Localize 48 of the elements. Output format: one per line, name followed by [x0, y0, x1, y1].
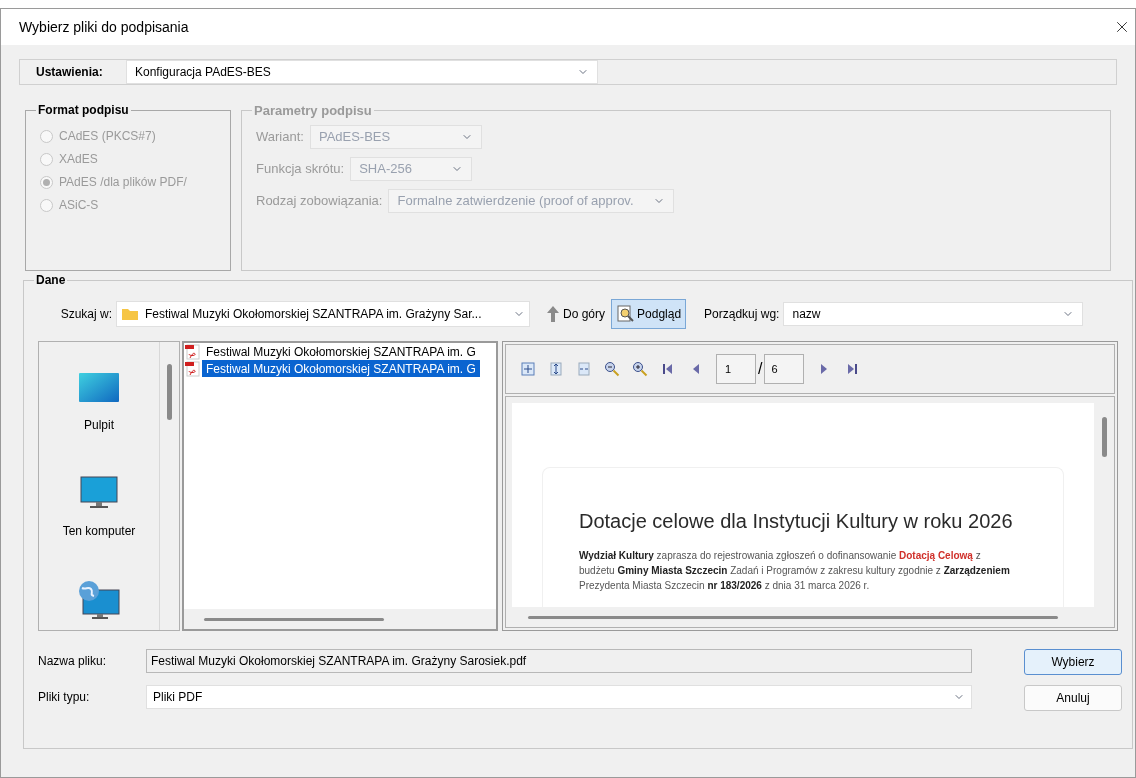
network-computer-icon [77, 580, 121, 620]
zoom-in-icon[interactable] [632, 361, 648, 377]
radio-label: ASiC-S [59, 197, 99, 214]
fit-width-icon[interactable] [576, 361, 592, 377]
file-name-field[interactable]: Festiwal Muzyki Okołomorskiej SZANTRAPA im. Grażyny Sarosiek.pdf [146, 649, 972, 673]
desktop-icon [78, 372, 120, 404]
document-title: Dotacje celowe dla Instytucji Kultury w roku 2026 [579, 509, 1014, 534]
folder-dropdown[interactable]: Festiwal Muzyki Okołomorskiej SZANTRAPA im. Grażyny Sar... [116, 301, 530, 327]
field-label: Rodzaj zobowiązania: [256, 191, 383, 210]
scrollbar-thumb[interactable] [204, 617, 384, 621]
monitor-icon [80, 476, 118, 510]
fit-height-icon[interactable] [548, 361, 564, 377]
preview-button[interactable]: Podgląd [611, 299, 687, 329]
place-label[interactable]: Ten komputer [62, 522, 136, 540]
place-label[interactable]: Pulpit [84, 416, 114, 434]
radio-label: PAdES /dla plików PDF/ [59, 174, 187, 191]
scrollbar-thumb[interactable] [1101, 417, 1107, 457]
field-label: Nazwa pliku: [38, 653, 108, 670]
field-label: Pliki typu: [38, 689, 91, 706]
field-label: Wariant: [256, 127, 304, 146]
group-title: Format podpisu [37, 102, 130, 119]
scrollbar-thumb[interactable] [528, 615, 1058, 619]
up-button[interactable]: Do góry [544, 301, 608, 327]
scrollbar-thumb[interactable] [167, 364, 172, 420]
radio-label: CAdES (PKCS#7) [59, 128, 156, 145]
radio-label: XAdES [59, 151, 98, 168]
page-separator: / [758, 359, 763, 379]
magnifier-icon [616, 305, 635, 323]
file-type-dropdown[interactable]: Pliki PDF [146, 685, 972, 709]
window-title: Wybierz pliki do podpisania [19, 17, 189, 37]
field-label: Funkcja skrótu: [256, 159, 345, 178]
select-button[interactable]: Wybierz [1024, 649, 1122, 675]
dropdown[interactable]: Konfiguracja PAdES-BES [126, 60, 598, 84]
dropdown[interactable]: nazw [783, 302, 1084, 326]
cancel-button[interactable]: Anuluj [1024, 685, 1122, 711]
folder-icon [121, 307, 139, 321]
group-title: Dane [35, 272, 67, 289]
document-paragraph: Wydział Kultury zaprasza do rejestrowania zgłoszeń o dofinansowanie Dotacją Celową z budżetu Gminy Miasta Szczecin Zadań i Programów z zakresu kultury zgodnie z Zarządzeniem Prezydenta Miasta Szczecin nr 183/2026 z dnia 31 marca 2026 r. [579, 549, 1011, 593]
page-count-field: 6 [764, 354, 805, 384]
fit-page-icon[interactable] [520, 361, 536, 377]
look-in-label: Szukaj w: [59, 306, 113, 323]
zoom-out-icon[interactable] [604, 361, 620, 377]
file-item[interactable]: Festiwal Muzyki Okołomorskiej SZANTRAPA im. G [184, 343, 496, 360]
settings-label: Ustawienia: [35, 64, 104, 81]
group-title: Parametry podpisu [253, 102, 373, 120]
up-arrow-icon [546, 305, 560, 323]
sort-label: Porządkuj wg: [704, 306, 780, 323]
page-number-field[interactable]: 1 [716, 354, 756, 384]
